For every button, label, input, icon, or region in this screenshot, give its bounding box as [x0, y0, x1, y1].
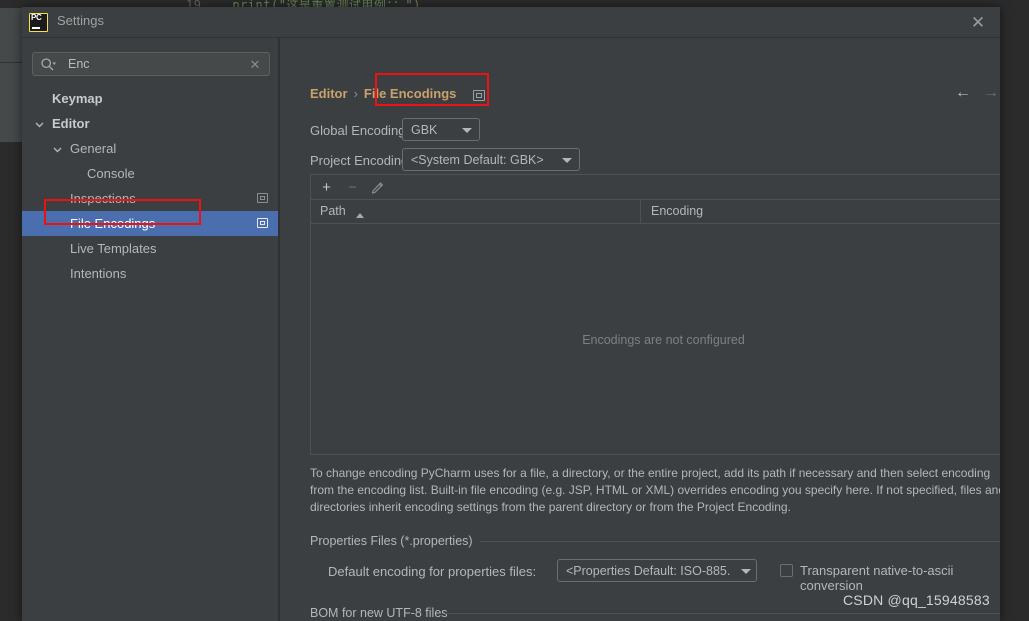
- breadcrumb-current: File Encodings: [363, 86, 457, 101]
- column-header-path-label: Path: [320, 204, 346, 218]
- column-header-encoding[interactable]: Encoding: [651, 204, 703, 218]
- sort-ascending-icon: [356, 213, 364, 218]
- ide-left-toolwindow-bar: [0, 8, 22, 142]
- sidebar-item-label: Inspections: [70, 191, 136, 206]
- chevron-down-icon: [741, 568, 751, 574]
- clear-search-icon[interactable]: ✕: [247, 56, 263, 73]
- nav-forward-icon[interactable]: →: [980, 82, 1000, 104]
- pycharm-logo-icon: PC: [29, 13, 48, 32]
- pycharm-logo-bar: [32, 27, 40, 29]
- settings-dialog: PC Settings ✕ Enc ✕ Keymap Editor General C…: [22, 7, 1000, 621]
- table-header-row: Path Encoding: [311, 200, 1000, 224]
- sidebar-item-badge-icon: [257, 218, 268, 228]
- sidebar-item-label: File Encodings: [70, 216, 156, 231]
- add-icon[interactable]: +: [317, 178, 336, 197]
- search-icon: [41, 58, 56, 71]
- table-empty-message: Encodings are not configured: [582, 332, 745, 347]
- project-encoding-label: Project Encoding:: [310, 153, 412, 168]
- watermark: CSDN @qq_15948583: [843, 592, 990, 608]
- global-encoding-label: Global Encoding:: [310, 123, 410, 138]
- sidebar-item-label: Intentions: [70, 266, 127, 281]
- bom-group-line: [445, 613, 1000, 614]
- breadcrumb-separator: ›: [353, 86, 358, 101]
- transparent-native-to-ascii-checkbox[interactable]: [780, 564, 793, 577]
- default-properties-encoding-label: Default encoding for properties files:: [328, 564, 537, 579]
- breadcrumb: Editor › File Encodings: [310, 86, 456, 101]
- sidebar-item-label: Keymap: [52, 91, 103, 106]
- sidebar-item-label: Console: [87, 166, 135, 181]
- sidebar-item-label: General: [70, 141, 117, 156]
- sidebar-item-keymap[interactable]: Keymap: [22, 86, 278, 111]
- ide-right-area: [1000, 0, 1029, 621]
- chevron-down-icon[interactable]: [34, 118, 45, 129]
- sidebar-item-file-encodings[interactable]: File Encodings: [22, 211, 278, 236]
- sidebar-item-label: Live Templates: [70, 241, 157, 256]
- column-header-path[interactable]: Path: [320, 204, 364, 218]
- project-encoding-value: <System Default: GBK>: [411, 152, 544, 167]
- sidebar-item-live-templates[interactable]: Live Templates: [22, 236, 278, 261]
- project-encoding-combo[interactable]: <System Default: GBK>: [402, 148, 580, 171]
- settings-content-pane: Editor › File Encodings ← → Global Encodin…: [280, 38, 1000, 621]
- pycharm-logo-text: PC: [31, 13, 42, 22]
- settings-tree: Keymap Editor General Console Inspections Fil…: [22, 86, 278, 286]
- bom-group-title: BOM for new UTF-8 files: [310, 606, 454, 620]
- dialog-titlebar: PC Settings ✕: [22, 7, 1000, 38]
- encodings-table: + − Path Encoding Encodings are not conf…: [310, 174, 1000, 455]
- default-properties-encoding-value: <Properties Default: ISO-885.: [566, 563, 731, 578]
- properties-group-title: Properties Files (*.properties): [310, 534, 479, 548]
- sidebar-item-general[interactable]: General: [22, 136, 278, 161]
- transparent-native-to-ascii-label: Transparent native-to-ascii conversion: [800, 563, 954, 593]
- sidebar-item-editor[interactable]: Editor: [22, 111, 278, 136]
- global-encoding-value: GBK: [411, 122, 438, 137]
- toolbar-divider: [0, 62, 22, 63]
- nav-back-icon[interactable]: ←: [952, 82, 974, 104]
- sidebar-item-badge-icon: [257, 193, 268, 203]
- sidebar-item-console[interactable]: Console: [22, 161, 278, 186]
- search-input[interactable]: Enc ✕: [32, 52, 270, 76]
- default-properties-encoding-combo[interactable]: <Properties Default: ISO-885.: [557, 559, 757, 582]
- chevron-down-icon[interactable]: [52, 143, 63, 154]
- encodings-description: To change encoding PyCharm uses for a fi…: [310, 466, 1000, 514]
- chevron-down-icon: [462, 127, 472, 133]
- breadcrumb-parent[interactable]: Editor: [310, 86, 348, 101]
- pencil-icon[interactable]: [368, 178, 387, 197]
- sidebar-item-inspections[interactable]: Inspections: [22, 186, 278, 211]
- sidebar-item-intentions[interactable]: Intentions: [22, 261, 278, 286]
- properties-group-line: [480, 541, 1000, 542]
- close-icon[interactable]: ✕: [966, 11, 990, 35]
- column-divider[interactable]: [640, 200, 641, 224]
- dialog-body: Enc ✕ Keymap Editor General Console Inspecti…: [22, 38, 1000, 621]
- dialog-title: Settings: [57, 13, 104, 28]
- table-toolbar: + −: [311, 175, 1000, 200]
- settings-sidebar: Enc ✕ Keymap Editor General Console Inspecti…: [22, 38, 278, 621]
- chevron-down-icon: [562, 157, 572, 163]
- remove-icon[interactable]: −: [343, 178, 362, 197]
- search-input-value: Enc: [68, 57, 90, 71]
- sidebar-item-label: Editor: [52, 116, 90, 131]
- global-encoding-combo[interactable]: GBK: [402, 118, 480, 141]
- breadcrumb-badge-icon: [473, 90, 485, 101]
